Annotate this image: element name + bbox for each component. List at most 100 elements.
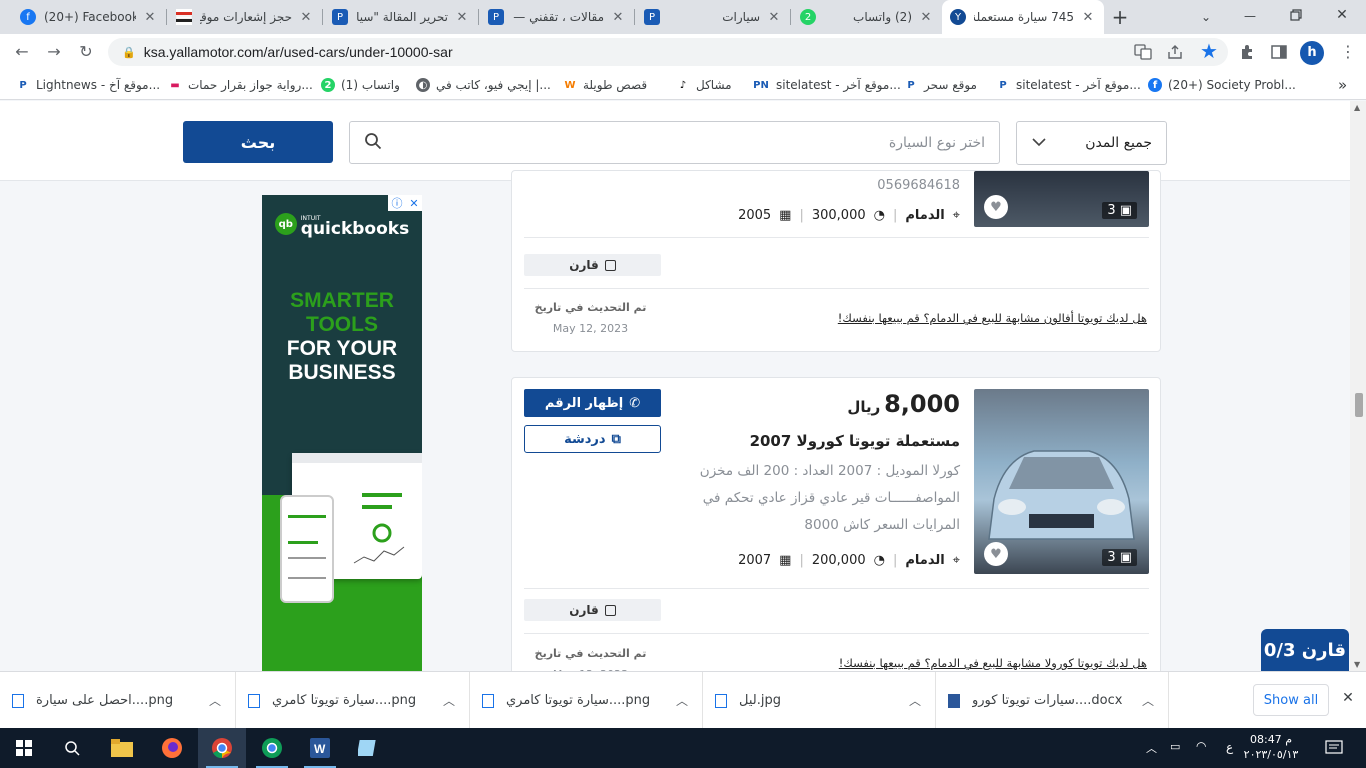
download-item[interactable]: سيارات تويوتا كورو....docx ︿ xyxy=(936,672,1169,729)
bookmark-item[interactable]: Psitelatest - موقع آخر... xyxy=(996,76,1140,94)
download-item[interactable]: سيارة تويوتا كامري....png ︿ xyxy=(470,672,703,729)
compare-toggle[interactable]: قارن xyxy=(524,599,661,621)
firefox-icon[interactable] xyxy=(148,728,196,768)
tab-edit-article[interactable]: P تحرير المقالة "سيارة ✕ xyxy=(324,0,478,34)
p-logo-icon: P xyxy=(644,9,660,25)
gallery-icon: ▣ xyxy=(1119,550,1132,565)
windows-start-icon[interactable] xyxy=(0,728,48,768)
pen-icon: ▬ xyxy=(170,79,180,91)
calendar-icon: ▦ xyxy=(779,552,792,568)
reload-icon[interactable]: ↻ xyxy=(74,40,98,64)
tray-chevron-icon[interactable]: ︿ xyxy=(1146,740,1157,756)
tab-facebook[interactable]: f (20+) Facebook ✕ xyxy=(12,0,166,34)
favorite-heart-icon[interactable]: ♥ xyxy=(984,195,1008,219)
minimize-icon[interactable]: — xyxy=(1240,6,1260,26)
close-tab-icon[interactable]: ✕ xyxy=(766,10,782,25)
tab-search-icon[interactable]: ⌄ xyxy=(1196,5,1216,29)
listing-photo[interactable]: ♥ 3 ▣ xyxy=(974,389,1149,574)
chrome-profile-icon[interactable] xyxy=(248,728,296,768)
bookmark-item[interactable]: ◐ إيجي فيو، كاتب في |... xyxy=(416,76,551,94)
menu-kebab-icon[interactable]: ⋮ xyxy=(1338,41,1358,63)
photo-count-badge: 3 ▣ xyxy=(1102,549,1137,566)
extensions-icon[interactable] xyxy=(1238,43,1256,61)
input-language[interactable]: ع xyxy=(1226,740,1233,754)
word-icon[interactable]: W xyxy=(296,728,344,768)
share-icon[interactable] xyxy=(1166,43,1184,61)
image-file-icon xyxy=(715,693,727,708)
show-number-button[interactable]: إظهار الرقم ✆ xyxy=(524,389,661,417)
profile-avatar[interactable]: h xyxy=(1300,41,1324,65)
quickbooks-ad[interactable]: ⓘ ✕ qb INTUIT quickbooks SMARTER TOOLS F… xyxy=(262,195,422,671)
compare-toggle[interactable]: قارن xyxy=(524,254,661,276)
back-icon[interactable]: ← xyxy=(10,40,34,64)
close-tab-icon[interactable]: ✕ xyxy=(454,10,470,25)
close-downloads-icon[interactable]: ✕ xyxy=(1340,690,1356,710)
sell-similar-link[interactable]: هل لديك تويوتا أفالون مشابهة للبيع في ال… xyxy=(838,311,1147,325)
tab-articles[interactable]: P مقالات ، تقفني — ✕ xyxy=(480,0,634,34)
listing-card: ♥ 3 ▣ 0569684618 ⌖ الدمام | ◔ 300,000 | ▦… xyxy=(511,170,1161,352)
tab-notifications[interactable]: حجز إشعارات موقع ✕ xyxy=(168,0,322,34)
bookmark-item[interactable]: 2 (1) واتساب xyxy=(321,76,400,94)
page-scrollbar[interactable]: ▲ ▼ xyxy=(1350,101,1366,671)
tab-cars[interactable]: P سيارات ✕ xyxy=(636,0,790,34)
new-tab-button[interactable]: + xyxy=(1108,5,1132,29)
favorite-heart-icon[interactable]: ♥ xyxy=(984,542,1008,566)
close-tab-icon[interactable]: ✕ xyxy=(918,10,934,25)
more-bookmarks-button[interactable]: » xyxy=(1338,76,1347,94)
bookmark-item[interactable]: W قصص طويلة xyxy=(563,76,647,94)
sell-similar-link[interactable]: هل لديك تويوتا كورولا مشابهة للبيع في ال… xyxy=(839,656,1147,670)
show-all-downloads-button[interactable]: Show all xyxy=(1253,684,1329,716)
restore-icon[interactable] xyxy=(1286,5,1306,25)
search-button[interactable]: بحث xyxy=(183,121,333,163)
file-explorer-icon[interactable] xyxy=(98,728,146,768)
listing-title[interactable]: مستعملة تويوتا كورولا 2007 xyxy=(750,432,960,450)
pn-icon: PN xyxy=(753,79,769,91)
download-item[interactable]: ليل.jpg ︿ xyxy=(703,672,936,729)
gallery-icon: ▣ xyxy=(1119,203,1132,218)
speedometer-icon: ◔ xyxy=(873,207,885,223)
bookmark-item[interactable]: ♪ مشاكل xyxy=(676,76,732,94)
bookmark-item[interactable]: PN sitelatest - موقع آخر... xyxy=(752,76,901,94)
tab-yallamotor[interactable]: Y 745 سيارة مستعملة ✕ xyxy=(942,0,1104,34)
listing-specs: ⌖ الدمام | ◔ 300,000 | ▦ 2005 xyxy=(738,207,960,223)
chevron-up-icon: ︿ xyxy=(675,694,688,708)
chat-button[interactable]: دردشة ⧉ xyxy=(524,425,661,453)
bookmark-item[interactable]: P موقع سحر xyxy=(904,76,977,94)
bookmark-item[interactable]: ▬ رواية جواز بقرار حمات... xyxy=(168,76,313,94)
whatsapp-icon: 2 xyxy=(321,78,335,92)
close-tab-icon[interactable]: ✕ xyxy=(142,10,158,25)
seller-phone: 0569684618 xyxy=(877,178,960,193)
close-tab-icon[interactable]: ✕ xyxy=(1080,10,1096,25)
forward-icon[interactable]: → xyxy=(42,40,66,64)
image-file-icon xyxy=(482,693,494,708)
close-tab-icon[interactable]: ✕ xyxy=(298,10,314,25)
address-bar[interactable]: 🔒 ksa.yallamotor.com/ar/used-cars/under-… xyxy=(108,38,1228,66)
tab-whatsapp[interactable]: 2 (2) واتساب ✕ xyxy=(792,0,942,34)
close-window-icon[interactable]: ✕ xyxy=(1332,5,1352,25)
close-tab-icon[interactable]: ✕ xyxy=(610,10,626,25)
car-type-input[interactable]: اختر نوع السيارة xyxy=(349,121,1000,164)
ad-close-icon[interactable]: ✕ xyxy=(409,197,418,210)
listing-price: 8,000 ريال xyxy=(847,390,960,418)
download-item[interactable]: احصل على سيارة....png ︿ xyxy=(0,672,236,729)
ad-info-icon[interactable]: ⓘ xyxy=(391,195,402,211)
scrollbar-thumb[interactable] xyxy=(1355,393,1363,417)
bookmark-item[interactable]: P Lightnews - موقع آخ... xyxy=(16,76,160,94)
chrome-icon[interactable] xyxy=(198,728,246,768)
bookmark-item[interactable]: f (20+) Society Probl... xyxy=(1148,76,1296,94)
quickbooks-logo: qb INTUIT quickbooks xyxy=(262,213,422,237)
city-select[interactable]: جميع المدن xyxy=(1016,121,1167,165)
download-item[interactable]: سيارة تويوتا كامري....png ︿ xyxy=(236,672,470,729)
system-clock[interactable]: 08:47 م ٢٠٢٣/٠٥/١٣ xyxy=(1236,732,1306,762)
bookmark-star-icon[interactable]: ★ xyxy=(1198,40,1220,62)
network-icon[interactable]: ◠ xyxy=(1196,739,1206,753)
taskbar-search-icon[interactable] xyxy=(48,728,96,768)
notification-center-icon[interactable] xyxy=(1324,738,1344,758)
translate-icon[interactable] xyxy=(1134,44,1152,60)
side-panel-icon[interactable] xyxy=(1270,43,1288,61)
compare-counter-badge[interactable]: قارن 0/3 xyxy=(1261,629,1349,671)
updated-date: تم التحديث في تاريخ May 12, 2023 xyxy=(534,301,647,335)
notepad-icon[interactable] xyxy=(344,728,392,768)
listing-photo[interactable]: ♥ 3 ▣ xyxy=(974,171,1149,227)
battery-icon[interactable]: ▭ xyxy=(1170,740,1180,753)
